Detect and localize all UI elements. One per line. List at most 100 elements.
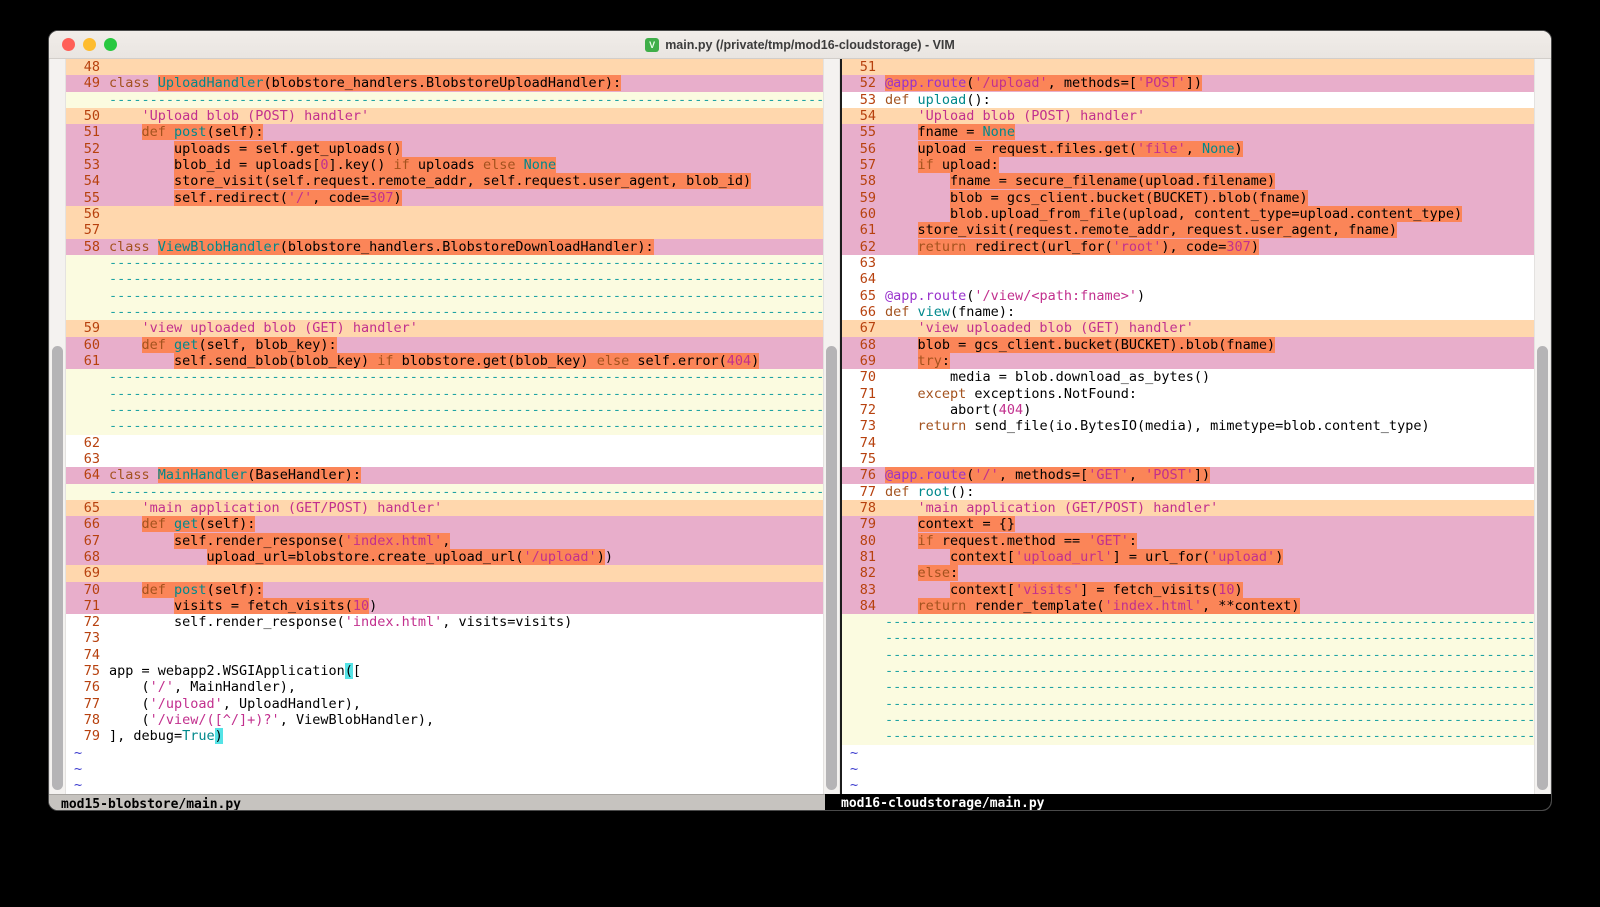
diff-filler-line[interactable]: ----------------------------------------… <box>66 271 823 287</box>
code-line[interactable]: 76 ('/', MainHandler), <box>66 679 823 695</box>
code-line[interactable]: 77def root(): <box>842 484 1534 500</box>
diff-filler-line[interactable]: ----------------------------------------… <box>842 647 1534 663</box>
code-line[interactable]: 59 blob = gcs_client.bucket(BUCKET).blob… <box>842 190 1534 206</box>
code-line[interactable]: 82 else: <box>842 565 1534 581</box>
empty-buffer-line[interactable]: ~ <box>842 761 1534 777</box>
code-line[interactable]: 66 def get(self): <box>66 516 823 532</box>
code-line[interactable]: 77 ('/upload', UploadHandler), <box>66 696 823 712</box>
diff-filler-line[interactable]: ----------------------------------------… <box>842 663 1534 679</box>
code-line[interactable]: 74 <box>66 647 823 663</box>
code-line[interactable]: 52@app.route('/upload', methods=['POST']… <box>842 75 1534 91</box>
code-line[interactable]: 53 blob_id = uploads[0].key() if uploads… <box>66 157 823 173</box>
code-line[interactable]: 62 <box>66 435 823 451</box>
code-line[interactable]: 60 def get(self, blob_key): <box>66 337 823 353</box>
code-line[interactable]: 50 'Upload blob (POST) handler' <box>66 108 823 124</box>
diff-filler-line[interactable]: ----------------------------------------… <box>842 630 1534 646</box>
code-line[interactable]: 64 <box>842 271 1534 287</box>
diff-filler-line[interactable]: ----------------------------------------… <box>66 484 823 500</box>
empty-buffer-line[interactable]: ~ <box>66 777 823 793</box>
empty-buffer-line[interactable]: ~ <box>842 745 1534 761</box>
titlebar[interactable]: V main.py (/private/tmp/mod16-cloudstora… <box>49 31 1551 59</box>
code-line[interactable]: 78 'main application (GET/POST) handler' <box>842 500 1534 516</box>
code-line[interactable]: 74 <box>842 435 1534 451</box>
diff-filler-line[interactable]: ----------------------------------------… <box>66 288 823 304</box>
left-scrollbar-thumb[interactable] <box>52 346 63 790</box>
code-line[interactable]: 65@app.route('/view/<path:fname>') <box>842 288 1534 304</box>
code-line[interactable]: 60 blob.upload_from_file(upload, content… <box>842 206 1534 222</box>
code-line[interactable]: 75app = webapp2.WSGIApplication([ <box>66 663 823 679</box>
empty-buffer-line[interactable]: ~ <box>842 777 1534 793</box>
diff-filler-line[interactable]: ----------------------------------------… <box>842 712 1534 728</box>
diff-filler-line[interactable]: ----------------------------------------… <box>842 679 1534 695</box>
code-line[interactable]: 67 self.render_response('index.html', <box>66 533 823 549</box>
code-line[interactable]: 73 <box>66 630 823 646</box>
code-line[interactable]: 63 <box>842 255 1534 271</box>
diff-filler-line[interactable]: ----------------------------------------… <box>66 304 823 320</box>
code-line[interactable]: 69 try: <box>842 353 1534 369</box>
code-line[interactable]: 57 <box>66 222 823 238</box>
code-line[interactable]: 67 'view uploaded blob (GET) handler' <box>842 320 1534 336</box>
code-line[interactable]: 84 return render_template('index.html', … <box>842 598 1534 614</box>
diff-filler-line[interactable]: ----------------------------------------… <box>66 255 823 271</box>
code-line[interactable]: 59 'view uploaded blob (GET) handler' <box>66 320 823 336</box>
code-line[interactable]: 72 abort(404) <box>842 402 1534 418</box>
code-line[interactable]: 63 <box>66 451 823 467</box>
zoom-button[interactable] <box>104 38 117 51</box>
diff-filler-line[interactable]: ----------------------------------------… <box>66 92 823 108</box>
diff-filler-line[interactable]: ----------------------------------------… <box>66 418 823 434</box>
code-line[interactable]: 78 ('/view/([^/]+)?', ViewBlobHandler), <box>66 712 823 728</box>
code-line[interactable]: 54 store_visit(self.request.remote_addr,… <box>66 173 823 189</box>
code-line[interactable]: 72 self.render_response('index.html', vi… <box>66 614 823 630</box>
code-line[interactable]: 69 <box>66 565 823 581</box>
code-line[interactable]: 70 media = blob.download_as_bytes() <box>842 369 1534 385</box>
empty-buffer-line[interactable]: ~ <box>66 745 823 761</box>
code-line[interactable]: 64class MainHandler(BaseHandler): <box>66 467 823 483</box>
code-line[interactable]: 53def upload(): <box>842 92 1534 108</box>
code-line[interactable]: 76@app.route('/', methods=['GET', 'POST'… <box>842 467 1534 483</box>
diff-filler-line[interactable]: ----------------------------------------… <box>66 369 823 385</box>
middle-scrollbar-thumb[interactable] <box>826 346 837 790</box>
minimize-button[interactable] <box>83 38 96 51</box>
code-line[interactable]: 61 store_visit(request.remote_addr, requ… <box>842 222 1534 238</box>
code-line[interactable]: 56 upload = request.files.get('file', No… <box>842 141 1534 157</box>
code-line[interactable]: 61 self.send_blob(blob_key) if blobstore… <box>66 353 823 369</box>
diff-filler-line[interactable]: ----------------------------------------… <box>66 386 823 402</box>
code-line[interactable]: 71 visits = fetch_visits(10) <box>66 598 823 614</box>
code-line[interactable]: 65 'main application (GET/POST) handler' <box>66 500 823 516</box>
code-line[interactable]: 79], debug=True) <box>66 728 823 744</box>
code-line[interactable]: 68 upload_url=blobstore.create_upload_ur… <box>66 549 823 565</box>
code-line[interactable]: 55 fname = None <box>842 124 1534 140</box>
right-pane[interactable]: 5152@app.route('/upload', methods=['POST… <box>842 59 1534 794</box>
code-line[interactable]: 80 if request.method == 'GET': <box>842 533 1534 549</box>
code-line[interactable]: 55 self.redirect('/', code=307) <box>66 190 823 206</box>
code-line[interactable]: 66def view(fname): <box>842 304 1534 320</box>
code-line[interactable]: 81 context['upload_url'] = url_for('uplo… <box>842 549 1534 565</box>
code-line[interactable]: 73 return send_file(io.BytesIO(media), m… <box>842 418 1534 434</box>
code-line[interactable]: 57 if upload: <box>842 157 1534 173</box>
code-line[interactable]: 62 return redirect(url_for('root'), code… <box>842 239 1534 255</box>
code-line[interactable]: 51 def post(self): <box>66 124 823 140</box>
diff-filler-line[interactable]: ----------------------------------------… <box>66 402 823 418</box>
empty-buffer-line[interactable]: ~ <box>66 761 823 777</box>
code-line[interactable]: 49class UploadHandler(blobstore_handlers… <box>66 75 823 91</box>
code-line[interactable]: 56 <box>66 206 823 222</box>
code-line[interactable]: 75 <box>842 451 1534 467</box>
code-line[interactable]: 70 def post(self): <box>66 582 823 598</box>
diff-filler-line[interactable]: ----------------------------------------… <box>842 696 1534 712</box>
left-pane[interactable]: 4849class UploadHandler(blobstore_handle… <box>66 59 823 794</box>
code-line[interactable]: 68 blob = gcs_client.bucket(BUCKET).blob… <box>842 337 1534 353</box>
code-line[interactable]: 48 <box>66 59 823 75</box>
diff-filler-line[interactable]: ----------------------------------------… <box>842 728 1534 744</box>
code-line[interactable]: 58class ViewBlobHandler(blobstore_handle… <box>66 239 823 255</box>
middle-scrollbar[interactable] <box>823 59 840 794</box>
code-line[interactable]: 83 context['visits'] = fetch_visits(10) <box>842 582 1534 598</box>
code-line[interactable]: 52 uploads = self.get_uploads() <box>66 141 823 157</box>
left-scrollbar[interactable] <box>49 59 66 794</box>
diff-filler-line[interactable]: ----------------------------------------… <box>842 614 1534 630</box>
code-line[interactable]: 79 context = {} <box>842 516 1534 532</box>
right-scrollbar[interactable] <box>1534 59 1551 794</box>
code-line[interactable]: 51 <box>842 59 1534 75</box>
close-button[interactable] <box>62 38 75 51</box>
code-line[interactable]: 58 fname = secure_filename(upload.filena… <box>842 173 1534 189</box>
code-line[interactable]: 54 'Upload blob (POST) handler' <box>842 108 1534 124</box>
